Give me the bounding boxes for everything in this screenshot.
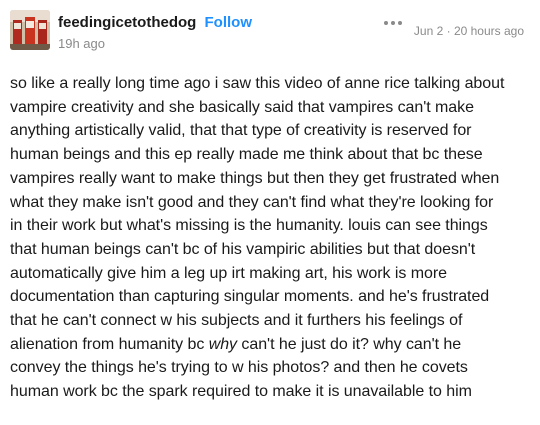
- author-row: feedingicetothedog Follow: [58, 14, 252, 32]
- follow-button[interactable]: Follow: [205, 14, 253, 31]
- body-line: what they make isn't good and they can't…: [10, 193, 494, 211]
- more-dots-icon[interactable]: [384, 18, 404, 28]
- emphasized-word: why: [208, 335, 238, 353]
- body-line: convey the things he's trying to w his p…: [10, 359, 468, 377]
- body-text-segment: alienation from humanity bc: [10, 335, 209, 353]
- body-line: vampire creativity and she basically sai…: [10, 98, 474, 116]
- body-line: anything artistically valid, that that t…: [10, 122, 472, 140]
- post-card: feedingicetothedog Follow 19h ago Jun 2 …: [0, 0, 540, 425]
- author-username[interactable]: feedingicetothedog: [58, 14, 196, 31]
- body-line: documentation than capturing singular mo…: [10, 288, 490, 306]
- body-line: human beings and this ep really made me …: [10, 146, 483, 164]
- body-text-segment: can't he just do it? why can't he: [237, 335, 462, 353]
- avatar-photo-icon[interactable]: [10, 10, 50, 50]
- body-line: automatically give him a leg up irt maki…: [10, 264, 447, 282]
- relative-time: 19h ago: [58, 36, 105, 51]
- post-date[interactable]: Jun 2 · 20 hours ago: [414, 24, 524, 38]
- body-line: that human beings can't bc of his vampir…: [10, 240, 476, 258]
- body-line: that he can't connect w his subjects and…: [10, 312, 463, 330]
- post-body: so like a really long time ago i saw thi…: [10, 72, 532, 404]
- body-line: human work bc the spark required to make…: [10, 383, 472, 401]
- post-header: feedingicetothedog Follow 19h ago Jun 2 …: [10, 10, 530, 58]
- body-line-emphasis: alienation from humanity bc why can't he…: [10, 333, 532, 357]
- body-line: in their work but what's missing is the …: [10, 217, 488, 235]
- body-line: vampires really want to make things but …: [10, 169, 500, 187]
- body-line: so like a really long time ago i saw thi…: [10, 75, 505, 92]
